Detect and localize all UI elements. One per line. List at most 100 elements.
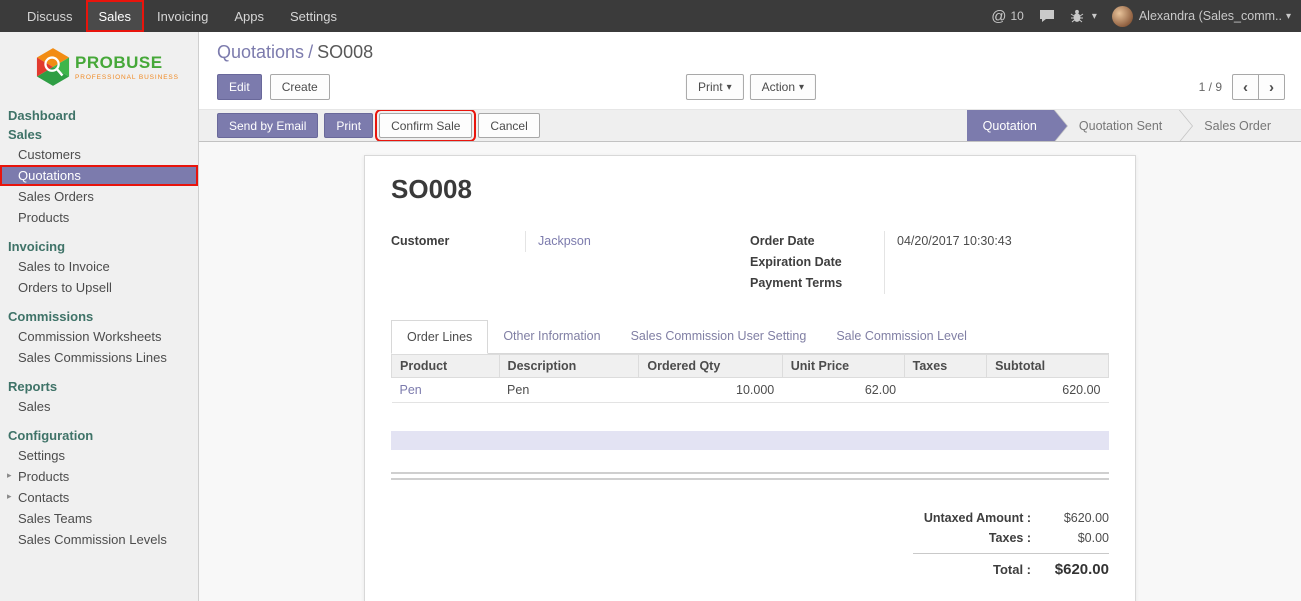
payment-terms-value xyxy=(884,273,1109,294)
quotation-number-title: SO008 xyxy=(391,174,1109,205)
sidebar-item-orders-to-upsell[interactable]: Orders to Upsell xyxy=(0,277,198,298)
confirm-sale-button[interactable]: Confirm Sale xyxy=(379,113,472,138)
order-date-field: Order Date 04/20/2017 10:30:43 xyxy=(750,231,1109,252)
notebook-tabs: Order Lines Other Information Sales Comm… xyxy=(391,320,1109,354)
sidebar-item-sales-teams[interactable]: Sales Teams xyxy=(0,508,198,529)
sidebar-heading-invoicing[interactable]: Invoicing xyxy=(0,237,198,256)
status-step-quotation[interactable]: Quotation xyxy=(967,110,1053,141)
sidebar-heading-sales[interactable]: Sales xyxy=(0,125,198,144)
untaxed-amount-row: Untaxed Amount : $620.00 xyxy=(913,508,1109,528)
order-line-row[interactable]: Pen Pen 10.000 62.00 620.00 xyxy=(392,378,1109,403)
tab-sale-commission-level[interactable]: Sale Commission Level xyxy=(821,320,982,354)
order-lines-header-row: Product Description Ordered Qty Unit Pri… xyxy=(392,355,1109,378)
print-menu-button[interactable]: Print ▾ xyxy=(686,74,744,100)
total-label: Total : xyxy=(913,562,1047,577)
taxes-label: Taxes : xyxy=(913,531,1047,545)
customer-field: Customer Jackpson xyxy=(391,231,750,252)
chat-icon[interactable] xyxy=(1039,9,1055,23)
expiration-date-label: Expiration Date xyxy=(750,252,884,273)
sidebar-item-commission-worksheets[interactable]: Commission Worksheets xyxy=(0,326,198,347)
menu-discuss[interactable]: Discuss xyxy=(14,0,86,32)
control-panel: Quotations/SO008 Edit Create Print ▾ Act… xyxy=(199,32,1301,109)
sidebar-item-sales-commissions-lines[interactable]: Sales Commissions Lines xyxy=(0,347,198,368)
order-lines-table: Product Description Ordered Qty Unit Pri… xyxy=(391,354,1109,403)
avatar xyxy=(1112,6,1133,27)
sidebar-heading-configuration[interactable]: Configuration xyxy=(0,426,198,445)
total-row: Total : $620.00 xyxy=(913,553,1109,581)
menu-sales[interactable]: Sales xyxy=(86,0,145,32)
column-header-subtotal: Subtotal xyxy=(987,355,1109,378)
sidebar-heading-commissions[interactable]: Commissions xyxy=(0,307,198,326)
sidebar-item-sales-orders[interactable]: Sales Orders xyxy=(0,186,198,207)
probuse-logo: PROBUSE PROFESSIONAL BUSINESS xyxy=(0,32,198,100)
sidebar-item-label: Contacts xyxy=(18,490,69,505)
debug-icon[interactable]: ▾ xyxy=(1070,9,1097,23)
cancel-button[interactable]: Cancel xyxy=(478,113,539,138)
form-area: SO008 Customer Jackpson Order Date 04/20… xyxy=(199,142,1301,601)
menu-settings[interactable]: Settings xyxy=(277,0,350,32)
sidebar-heading-reports[interactable]: Reports xyxy=(0,377,198,396)
expand-arrow-icon[interactable]: ▸ xyxy=(7,470,12,481)
sidebar-item-sales-to-invoice[interactable]: Sales to Invoice xyxy=(0,256,198,277)
tab-sales-commission-user-setting[interactable]: Sales Commission User Setting xyxy=(616,320,822,354)
totals-block: Untaxed Amount : $620.00 Taxes : $0.00 T… xyxy=(913,508,1109,581)
column-header-product: Product xyxy=(392,355,500,378)
topbar: Discuss Sales Invoicing Apps Settings @ … xyxy=(0,0,1301,32)
menu-apps[interactable]: Apps xyxy=(221,0,277,32)
menu-invoicing[interactable]: Invoicing xyxy=(144,0,221,32)
topbar-systray: @ 10 ▾ Alexandra (Sales_comm.. ▾ xyxy=(991,0,1291,32)
pager-previous-button[interactable]: ‹ xyxy=(1232,74,1259,100)
taxes-row: Taxes : $0.00 xyxy=(913,528,1109,548)
column-header-taxes: Taxes xyxy=(904,355,986,378)
column-header-description: Description xyxy=(499,355,639,378)
sidebar-item-label: Products xyxy=(18,469,69,484)
sidebar-item-config-products[interactable]: ▸ Products xyxy=(0,466,198,487)
topbar-menus: Discuss Sales Invoicing Apps Settings xyxy=(14,0,350,32)
column-header-ordered-qty: Ordered Qty xyxy=(639,355,782,378)
edit-button[interactable]: Edit xyxy=(217,74,262,100)
chevron-left-icon: ‹ xyxy=(1243,79,1248,96)
separator-line xyxy=(391,478,1109,480)
pager-counter: 1 / 9 xyxy=(1199,80,1222,94)
sidebar-heading-dashboard[interactable]: Dashboard xyxy=(0,106,198,125)
status-step-sales-order[interactable]: Sales Order xyxy=(1178,110,1287,141)
sidebar-item-quotations[interactable]: Quotations xyxy=(0,165,198,186)
sidebar-item-config-contacts[interactable]: ▸ Contacts xyxy=(0,487,198,508)
taxes-value: $0.00 xyxy=(1047,531,1109,545)
section-divider-row xyxy=(391,431,1109,450)
mention-count: 10 xyxy=(1010,9,1023,23)
tab-order-lines[interactable]: Order Lines xyxy=(391,320,488,354)
cell-product: Pen xyxy=(392,378,500,403)
sidebar-item-products[interactable]: Products xyxy=(0,207,198,228)
print-button[interactable]: Print xyxy=(324,113,373,138)
cell-subtotal: 620.00 xyxy=(987,378,1109,403)
footer-separators xyxy=(391,472,1109,480)
expand-arrow-icon[interactable]: ▸ xyxy=(7,491,12,502)
logo-subtitle: PROFESSIONAL BUSINESS xyxy=(75,74,179,81)
caret-down-icon: ▾ xyxy=(1092,11,1097,22)
send-by-email-button[interactable]: Send by Email xyxy=(217,113,318,138)
sidebar-item-settings[interactable]: Settings xyxy=(0,445,198,466)
pager-next-button[interactable]: › xyxy=(1258,74,1285,100)
cell-ordered-qty: 10.000 xyxy=(639,378,782,403)
customer-value-link[interactable]: Jackpson xyxy=(538,234,591,248)
sidebar-item-reports-sales[interactable]: Sales xyxy=(0,396,198,417)
create-button[interactable]: Create xyxy=(270,74,330,100)
caret-down-icon: ▾ xyxy=(1286,11,1291,22)
status-step-quotation-sent[interactable]: Quotation Sent xyxy=(1053,110,1178,141)
expiration-date-value xyxy=(884,252,1109,273)
sidebar-item-sales-commission-levels[interactable]: Sales Commission Levels xyxy=(0,529,198,550)
at-icon: @ xyxy=(991,8,1006,25)
action-menu-label: Action xyxy=(762,80,795,94)
action-menu-button[interactable]: Action ▾ xyxy=(750,74,816,100)
breadcrumb-quotations-link[interactable]: Quotations xyxy=(217,42,304,62)
sidebar-item-customers[interactable]: Customers xyxy=(0,144,198,165)
probuse-logo-icon xyxy=(36,48,70,86)
untaxed-amount-label: Untaxed Amount : xyxy=(913,511,1047,525)
cell-taxes xyxy=(904,378,986,403)
tab-other-information[interactable]: Other Information xyxy=(488,320,615,354)
user-menu[interactable]: Alexandra (Sales_comm.. ▾ xyxy=(1112,6,1291,27)
separator-line xyxy=(391,472,1109,474)
statusbar: Send by Email Print Confirm Sale Cancel … xyxy=(199,109,1301,142)
mention-indicator[interactable]: @ 10 xyxy=(991,8,1024,25)
